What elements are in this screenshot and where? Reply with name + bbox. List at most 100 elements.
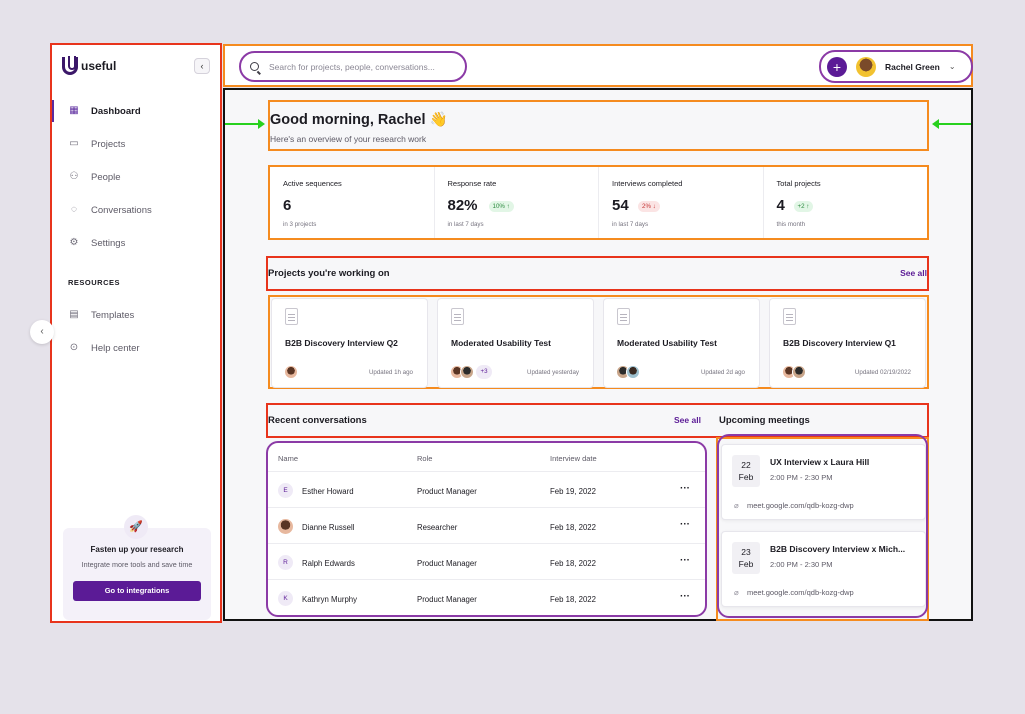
stat-interviews-completed: Interviews completed 54 2% ↓ in last 7 d… [599, 167, 764, 238]
greeting: Good morning, Rachel 👋 Here's an overvie… [268, 100, 929, 151]
sidebar-item-label: People [91, 171, 121, 183]
sidebar-item-people[interactable]: ⚇ People [52, 164, 220, 190]
meeting-date: 22 Feb [732, 455, 760, 487]
stat-total-projects: Total projects 4 +2 ↑ this month [764, 167, 928, 238]
meeting-day: 23 [741, 547, 751, 557]
stat-value: 6 [283, 197, 292, 214]
sidebar-item-dashboard[interactable]: ▦ Dashboard [52, 98, 220, 124]
more-icon[interactable]: ··· [680, 483, 690, 494]
avatar [460, 365, 474, 379]
rocket-icon: 🚀 [124, 515, 148, 539]
dashboard-icon: ▦ [69, 105, 79, 116]
add-button[interactable]: + [827, 56, 847, 77]
search-input[interactable] [269, 61, 459, 72]
sidebar-item-label: Settings [91, 237, 126, 249]
table-row[interactable]: R Ralph Edwards Product Manager Feb 18, … [268, 544, 705, 580]
project-members [782, 365, 806, 379]
trend-badge: +2 ↑ [793, 201, 814, 212]
avatar: E [278, 483, 293, 498]
project-card[interactable]: Moderated Usability Test Updated 2d ago [603, 298, 760, 388]
main-content: Good morning, Rachel 👋 Here's an overvie… [223, 88, 973, 621]
table-row[interactable]: Dianne Russell Researcher Feb 18, 2022 ·… [268, 508, 705, 544]
project-members: +3 [450, 365, 492, 379]
meeting-time: 2:00 PM - 2:30 PM [770, 473, 833, 482]
meeting-day: 22 [741, 460, 751, 470]
sidebar-item-label: Dashboard [91, 105, 141, 117]
conversation-date: Feb 18, 2022 [550, 595, 596, 604]
project-members [284, 365, 298, 379]
project-card[interactable]: Moderated Usability Test +3 Updated yest… [437, 298, 594, 388]
sidebar-item-templates[interactable]: ▤ Templates [52, 302, 220, 328]
more-icon[interactable]: ··· [680, 555, 690, 566]
avatar [626, 365, 640, 379]
meeting-card[interactable]: 23 Feb B2B Discovery Interview x Mich...… [721, 531, 926, 607]
meeting-date: 23 Feb [732, 542, 760, 574]
user-name: Rachel Green [885, 61, 940, 72]
column-header-interview-date[interactable]: Interview date [550, 454, 597, 463]
meetings-panel: 22 Feb UX Interview x Laura Hill 2:00 PM… [716, 434, 929, 621]
meeting-link-row[interactable]: ⌀ meet.google.com/qdb-kozg-dwp [734, 588, 854, 597]
search-box [239, 51, 467, 82]
stat-note: in last 7 days [612, 221, 649, 228]
avatar [284, 365, 298, 379]
projects-header: Projects you're working on See all [266, 256, 929, 291]
project-card[interactable]: B2B Discovery Interview Q1 Updated 02/19… [769, 298, 926, 388]
project-updated: Updated 1h ago [368, 369, 413, 376]
stat-note: this month [776, 221, 806, 228]
conversation-role: Product Manager [417, 487, 477, 496]
chevron-left-icon[interactable]: ‹ [30, 320, 54, 344]
paperclip-icon: ⌀ [734, 588, 739, 597]
table-header: Name Role Interview date [268, 443, 705, 472]
table-row[interactable]: K Kathryn Murphy Product Manager Feb 18,… [268, 580, 705, 615]
go-to-integrations-button[interactable]: Go to integrations [73, 581, 201, 601]
chevron-down-icon[interactable]: ⌄ [949, 62, 956, 71]
sidebar-item-help-center[interactable]: ⊙ Help center [52, 335, 220, 361]
meeting-link: meet.google.com/qdb-kozg-dwp [747, 588, 854, 597]
page-subtitle: Here's an overview of your research work [270, 134, 427, 144]
paperclip-icon: ⌀ [734, 501, 739, 510]
meeting-card[interactable]: 22 Feb UX Interview x Laura Hill 2:00 PM… [721, 444, 926, 520]
project-card[interactable]: B2B Discovery Interview Q2 Updated 1h ag… [271, 298, 428, 388]
sidebar-item-settings[interactable]: ⚙ Settings [52, 230, 220, 256]
project-title: B2B Discovery Interview Q1 [783, 338, 896, 348]
project-title: Moderated Usability Test [617, 338, 717, 348]
sidebar-item-projects[interactable]: ▭ Projects [52, 131, 220, 157]
column-header-name[interactable]: Name [278, 454, 298, 463]
see-all-projects-link[interactable]: See all [900, 268, 927, 278]
trend-badge: 10% ↑ [488, 201, 514, 212]
integrations-promo: 🚀 Fasten up your research Integrate more… [63, 515, 211, 620]
collapse-sidebar-button[interactable]: ‹ [194, 58, 210, 74]
conversation-role: Product Manager [417, 559, 477, 568]
meeting-link-row[interactable]: ⌀ meet.google.com/qdb-kozg-dwp [734, 501, 854, 510]
project-updated: Updated 2d ago [700, 369, 745, 376]
document-icon [783, 308, 796, 325]
table-row[interactable]: E Esther Howard Product Manager Feb 19, … [268, 472, 705, 508]
conversations-header: Recent conversations See all Upcoming me… [266, 403, 929, 438]
promo-text: Integrate more tools and save time [81, 560, 193, 569]
sidebar-item-label: Projects [91, 138, 126, 150]
people-icon: ⚇ [69, 171, 79, 182]
meetings-title: Upcoming meetings [719, 415, 810, 426]
page-title: Good morning, Rachel 👋 [270, 112, 448, 128]
logo[interactable]: useful [62, 56, 116, 75]
project-updated: Updated 02/19/2022 [854, 369, 911, 376]
project-title: B2B Discovery Interview Q2 [285, 338, 398, 348]
avatar [792, 365, 806, 379]
more-icon[interactable]: ··· [680, 591, 690, 602]
see-all-conversations-link[interactable]: See all [674, 415, 701, 425]
more-icon[interactable]: ··· [680, 519, 690, 530]
stat-value: 4 [776, 197, 785, 214]
user-menu[interactable]: + Rachel Green ⌄ [819, 50, 973, 83]
conversation-name: Kathryn Murphy [302, 595, 358, 604]
meeting-link: meet.google.com/qdb-kozg-dwp [747, 501, 854, 510]
folder-icon: ▭ [69, 138, 79, 149]
document-icon [617, 308, 630, 325]
sidebar-item-conversations[interactable]: ◌ Conversations [52, 197, 220, 223]
column-header-role[interactable]: Role [417, 454, 432, 463]
more-members-badge: +3 [476, 365, 492, 379]
document-icon [285, 308, 298, 325]
arrow-left-annotation-icon [932, 119, 971, 129]
conversation-date: Feb 19, 2022 [550, 487, 596, 496]
conversation-role: Product Manager [417, 595, 477, 604]
avatar [856, 56, 876, 77]
